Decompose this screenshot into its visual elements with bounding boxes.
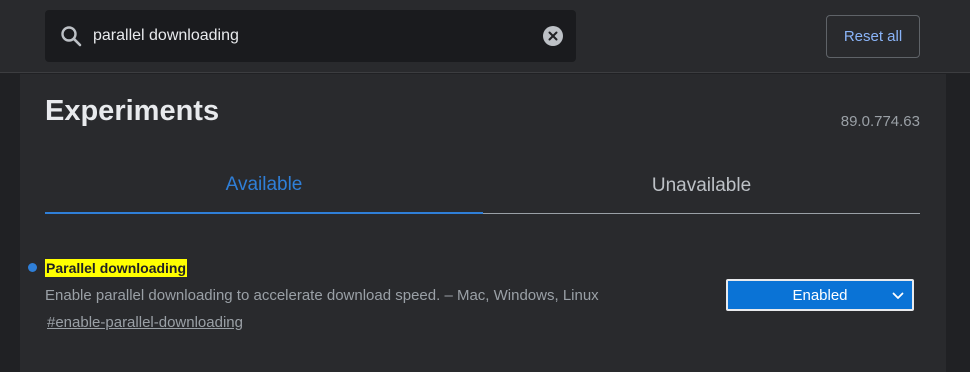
experiment-name: Parallel downloading xyxy=(45,259,188,277)
experiment-description: Enable parallel downloading to accelerat… xyxy=(45,287,599,304)
page-title: Experiments xyxy=(45,95,220,127)
reset-all-button[interactable]: Reset all xyxy=(826,15,920,58)
top-bar: Reset all xyxy=(0,0,970,73)
experiment-link[interactable]: #enable-parallel-downloading xyxy=(47,314,243,331)
search-input[interactable] xyxy=(93,10,533,62)
experiment-state-select[interactable]: Enabled xyxy=(726,279,914,311)
close-icon xyxy=(548,31,558,41)
tab-available[interactable]: Available xyxy=(45,158,483,214)
modified-indicator-dot xyxy=(28,263,37,272)
version-label: 89.0.774.63 xyxy=(840,113,920,130)
chevron-down-icon xyxy=(892,292,904,299)
select-value: Enabled xyxy=(792,286,848,304)
clear-search-button[interactable] xyxy=(543,26,563,46)
tab-unavailable[interactable]: Unavailable xyxy=(483,158,920,214)
search-icon xyxy=(61,26,82,47)
search-box[interactable] xyxy=(45,10,576,62)
